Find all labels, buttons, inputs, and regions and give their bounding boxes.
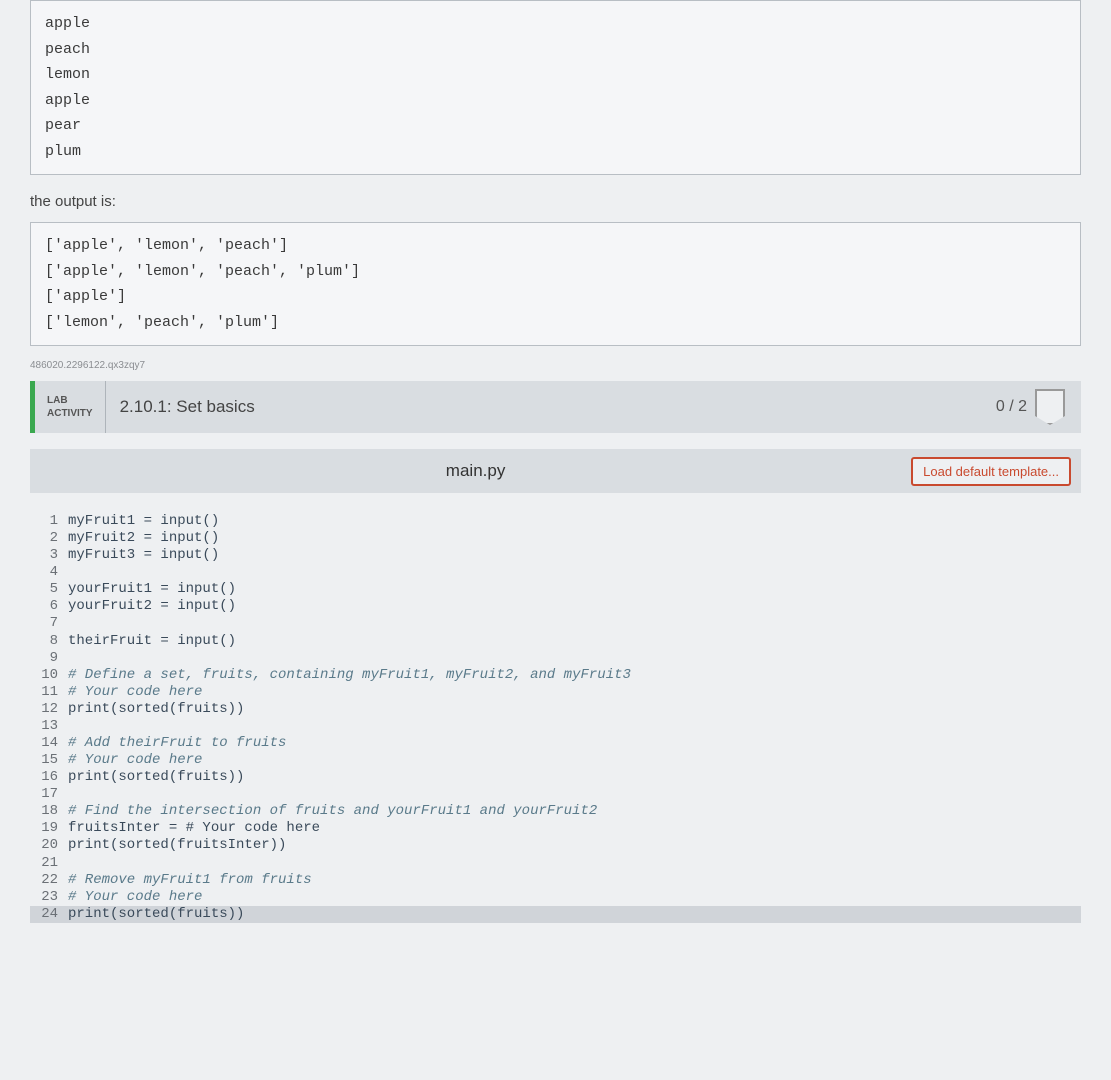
line-number: 24 (30, 906, 68, 923)
code-line[interactable]: 23# Your code here (30, 889, 1081, 906)
code-content[interactable]: fruitsInter = # Your code here (68, 820, 320, 837)
file-header: main.py Load default template... (30, 449, 1081, 493)
code-line[interactable]: 13 (30, 718, 1081, 735)
load-default-template-button[interactable]: Load default template... (911, 457, 1071, 486)
code-content[interactable]: theirFruit = input() (68, 633, 236, 650)
score-badge-icon (1035, 389, 1065, 425)
code-line[interactable]: 14# Add theirFruit to fruits (30, 735, 1081, 752)
code-content[interactable]: print(sorted(fruitsInter)) (68, 837, 286, 854)
question-id: 486020.2296122.qx3zqy7 (30, 360, 1081, 371)
editor-panel: main.py Load default template... 1myFrui… (30, 433, 1081, 1023)
line-number: 11 (30, 684, 68, 701)
code-line[interactable]: 9 (30, 650, 1081, 667)
line-number: 13 (30, 718, 68, 735)
code-content[interactable]: print(sorted(fruits)) (68, 701, 244, 718)
code-line[interactable]: 18# Find the intersection of fruits and … (30, 803, 1081, 820)
code-line[interactable]: 15# Your code here (30, 752, 1081, 769)
line-number: 10 (30, 667, 68, 684)
lab-label-line2: ACTIVITY (47, 407, 93, 420)
code-line[interactable]: 7 (30, 615, 1081, 632)
line-number: 7 (30, 615, 68, 632)
code-line[interactable]: 2myFruit2 = input() (30, 530, 1081, 547)
code-content[interactable]: myFruit1 = input() (68, 513, 219, 530)
code-content[interactable]: print(sorted(fruits)) (68, 906, 244, 923)
code-line[interactable]: 3myFruit3 = input() (30, 547, 1081, 564)
code-line[interactable]: 12print(sorted(fruits)) (30, 701, 1081, 718)
line-number: 20 (30, 837, 68, 854)
output-label: the output is: (30, 193, 1081, 210)
line-number: 5 (30, 581, 68, 598)
file-name: main.py (40, 461, 911, 481)
code-line[interactable]: 24print(sorted(fruits)) (30, 906, 1081, 923)
line-number: 1 (30, 513, 68, 530)
code-content[interactable]: # Add theirFruit to fruits (68, 735, 286, 752)
lab-label-line1: LAB (47, 394, 93, 407)
code-line[interactable]: 20print(sorted(fruitsInter)) (30, 837, 1081, 854)
line-number: 21 (30, 855, 68, 872)
code-content[interactable]: # Remove myFruit1 from fruits (68, 872, 312, 889)
line-number: 4 (30, 564, 68, 581)
line-number: 8 (30, 633, 68, 650)
code-content[interactable]: myFruit3 = input() (68, 547, 219, 564)
code-line[interactable]: 22# Remove myFruit1 from fruits (30, 872, 1081, 889)
code-content[interactable]: # Find the intersection of fruits and yo… (68, 803, 597, 820)
code-line[interactable]: 17 (30, 786, 1081, 803)
code-line[interactable]: 19fruitsInter = # Your code here (30, 820, 1081, 837)
code-content[interactable]: # Your code here (68, 684, 202, 701)
lab-score: 0 / 2 (980, 381, 1081, 433)
line-number: 22 (30, 872, 68, 889)
lab-header: LAB ACTIVITY 2.10.1: Set basics 0 / 2 (30, 381, 1081, 433)
code-line[interactable]: 16print(sorted(fruits)) (30, 769, 1081, 786)
code-content[interactable]: # Your code here (68, 889, 202, 906)
code-line[interactable]: 6yourFruit2 = input() (30, 598, 1081, 615)
line-number: 6 (30, 598, 68, 615)
line-number: 23 (30, 889, 68, 906)
line-number: 14 (30, 735, 68, 752)
lab-title: 2.10.1: Set basics (106, 381, 980, 433)
line-number: 19 (30, 820, 68, 837)
line-number: 2 (30, 530, 68, 547)
line-number: 12 (30, 701, 68, 718)
code-line[interactable]: 11# Your code here (30, 684, 1081, 701)
input-sample-box: apple peach lemon apple pear plum (30, 0, 1081, 175)
line-number: 17 (30, 786, 68, 803)
code-content[interactable]: print(sorted(fruits)) (68, 769, 244, 786)
output-sample-box: ['apple', 'lemon', 'peach'] ['apple', 'l… (30, 222, 1081, 346)
line-number: 16 (30, 769, 68, 786)
code-line[interactable]: 8theirFruit = input() (30, 633, 1081, 650)
code-content[interactable]: # Define a set, fruits, containing myFru… (68, 667, 631, 684)
line-number: 3 (30, 547, 68, 564)
code-line[interactable]: 21 (30, 855, 1081, 872)
line-number: 15 (30, 752, 68, 769)
code-line[interactable]: 4 (30, 564, 1081, 581)
code-line[interactable]: 1myFruit1 = input() (30, 513, 1081, 530)
code-line[interactable]: 5yourFruit1 = input() (30, 581, 1081, 598)
code-content[interactable]: yourFruit1 = input() (68, 581, 236, 598)
line-number: 9 (30, 650, 68, 667)
code-content[interactable]: myFruit2 = input() (68, 530, 219, 547)
line-number: 18 (30, 803, 68, 820)
lab-activity-label: LAB ACTIVITY (35, 381, 106, 433)
code-content[interactable]: yourFruit2 = input() (68, 598, 236, 615)
code-editor[interactable]: 1myFruit1 = input()2myFruit2 = input()3m… (30, 493, 1081, 1023)
score-text: 0 / 2 (996, 398, 1027, 416)
code-line[interactable]: 10# Define a set, fruits, containing myF… (30, 667, 1081, 684)
code-content[interactable]: # Your code here (68, 752, 202, 769)
